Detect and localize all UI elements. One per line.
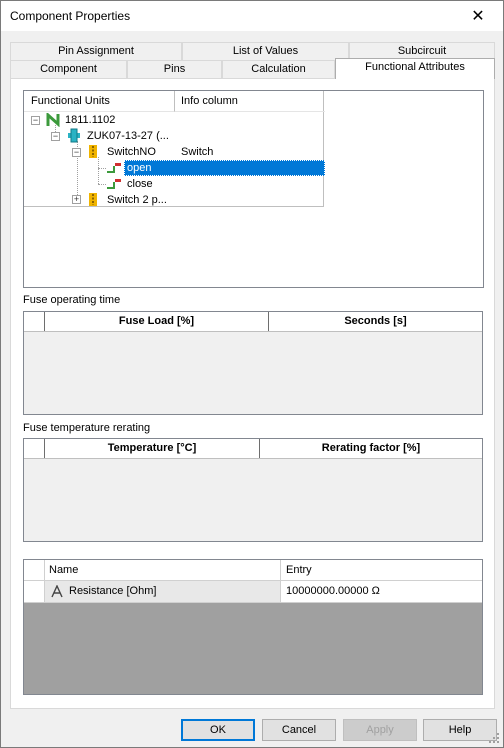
component-properties-dialog: Component Properties ✕ Pin Assignment Li… (0, 0, 504, 748)
window-title: Component Properties (10, 9, 131, 23)
project-icon (46, 113, 60, 127)
grid-empty-area (24, 332, 482, 414)
tree-node-switch-2p[interactable]: Switch 2 p... (107, 192, 167, 208)
fuse-temperature-rerating-label: Fuse temperature rerating (23, 422, 151, 434)
text-attribute-icon (51, 585, 63, 598)
attributes-grid[interactable]: Name Entry Resistance [Ohm] 10000000.000… (23, 559, 483, 695)
grid-header: Name Entry (24, 560, 482, 581)
tab-functional-attributes[interactable]: Functional Attributes (335, 58, 495, 79)
ok-button[interactable]: OK (181, 719, 255, 741)
apply-button[interactable]: Apply (343, 719, 417, 741)
attribute-entry-cell[interactable]: 10000000.00000 Ω (281, 581, 482, 602)
table-row[interactable]: Resistance [Ohm] 10000000.00000 Ω (24, 581, 482, 603)
resize-grip-icon[interactable] (489, 733, 501, 745)
tab-list-of-values[interactable]: List of Values (182, 42, 349, 60)
tree-node-1811-1102[interactable]: 1811.1102 (65, 112, 115, 128)
tree-line (98, 168, 106, 169)
tree-selection-highlight (124, 160, 325, 176)
expand-icon[interactable]: + (72, 195, 81, 204)
column-header-entry[interactable]: Entry (281, 560, 482, 580)
pin-icon (107, 179, 121, 189)
collapse-icon[interactable]: − (31, 116, 40, 125)
row-selector[interactable] (24, 581, 45, 602)
pin-icon (107, 163, 121, 173)
attribute-name-cell: Resistance [Ohm] (45, 581, 281, 602)
close-icon[interactable]: ✕ (455, 1, 501, 31)
tab-pin-assignment[interactable]: Pin Assignment (10, 42, 182, 60)
switch-unit-icon (89, 193, 97, 206)
component-icon (68, 128, 80, 143)
tree-line (98, 184, 106, 185)
attribute-name: Resistance [Ohm] (69, 585, 157, 597)
fuse-operating-time-grid[interactable]: Fuse Load [%] Seconds [s] (23, 311, 483, 415)
tree-node-close[interactable]: close (127, 176, 153, 192)
column-header-fuse-load[interactable]: Fuse Load [%] (45, 312, 269, 331)
help-button[interactable]: Help (423, 719, 497, 741)
functional-units-tree[interactable]: Functional Units Info column − 1811.1102… (23, 90, 484, 288)
grid-header: Temperature [°C] Rerating factor [%] (24, 439, 482, 459)
grid-header: Fuse Load [%] Seconds [s] (24, 312, 482, 332)
switch-unit-icon (89, 145, 97, 158)
tab-calculation[interactable]: Calculation (222, 60, 335, 78)
row-selector-header (24, 312, 45, 331)
tab-pins[interactable]: Pins (127, 60, 222, 78)
fuse-temperature-rerating-grid[interactable]: Temperature [°C] Rerating factor [%] (23, 438, 483, 542)
tree-line (98, 157, 99, 184)
collapse-icon[interactable]: − (72, 148, 81, 157)
column-header-temperature[interactable]: Temperature [°C] (45, 439, 260, 458)
column-header-name[interactable]: Name (45, 560, 281, 580)
cancel-button[interactable]: Cancel (262, 719, 336, 741)
row-selector-header (24, 439, 45, 458)
tree-header-functional-units[interactable]: Functional Units (24, 91, 175, 112)
tree-node-zuk07[interactable]: ZUK07-13-27 (... (87, 128, 169, 144)
grid-empty-area (24, 459, 482, 541)
row-selector-header (24, 560, 45, 580)
column-header-rerating-factor[interactable]: Rerating factor [%] (260, 439, 482, 458)
column-header-seconds[interactable]: Seconds [s] (269, 312, 482, 331)
tab-component[interactable]: Component (10, 60, 127, 78)
collapse-icon[interactable]: − (51, 132, 60, 141)
tree-info-switchno: Switch (181, 146, 214, 158)
tree-node-open[interactable]: open (127, 160, 151, 176)
title-bar: Component Properties ✕ (1, 1, 503, 31)
fuse-operating-time-label: Fuse operating time (23, 294, 121, 306)
tree-header-info-column[interactable]: Info column (175, 91, 325, 112)
tree-node-switchno[interactable]: SwitchNO (107, 144, 156, 160)
